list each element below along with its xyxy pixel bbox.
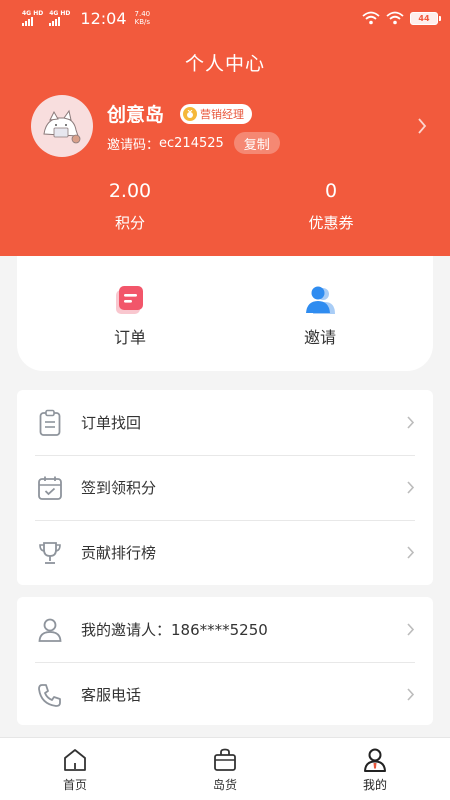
menu-item-label: 我的邀请人：186****5250 — [81, 621, 268, 639]
orders-label: 订单 — [113, 328, 146, 347]
chevron-right-icon — [407, 481, 415, 494]
quick-actions-card: 订单 邀请 — [17, 256, 433, 371]
points-stat[interactable]: 2.00 积分 — [30, 180, 230, 233]
role-label: 营销经理 — [200, 108, 244, 121]
home-icon — [64, 749, 86, 771]
menu-item-label: 贡献排行榜 — [81, 544, 157, 562]
menu-item-label: 订单找回 — [81, 414, 142, 432]
menu-group-secondary: 我的邀请人：186****5250 客服电话 — [17, 597, 433, 725]
invite-code-value: ec214525 — [159, 135, 224, 151]
signal-icon-2: 4G HD — [49, 10, 70, 26]
trophy-icon — [35, 538, 65, 568]
menu-item-customer-service[interactable]: 客服电话 — [17, 662, 433, 727]
calendar-check-icon — [35, 473, 65, 503]
battery-icon: 44 — [410, 11, 441, 25]
chevron-right-icon — [407, 623, 415, 636]
coupons-label: 优惠券 — [308, 214, 354, 232]
orders-button[interactable]: 订单 — [80, 284, 180, 348]
menu-item-label: 签到领积分 — [81, 479, 157, 497]
tab-label: 岛货 — [212, 778, 237, 792]
speed-unit: KB/s — [134, 18, 151, 26]
wifi-icon-2 — [386, 11, 404, 25]
wifi-icon — [362, 11, 380, 25]
invite-code-label: 邀请码： — [107, 137, 160, 153]
phone-icon — [35, 680, 65, 710]
menu-item-label: 客服电话 — [81, 686, 142, 704]
network-type-1: 4G HD — [22, 10, 44, 17]
points-label: 积分 — [114, 214, 145, 232]
invite-code-row: 邀请码： ec214525 复制 — [107, 132, 280, 154]
clipboard-icon — [35, 408, 65, 438]
invite-button[interactable]: 邀请 — [270, 284, 370, 348]
menu-item-leaderboard[interactable]: 贡献排行榜 — [17, 520, 433, 585]
menu-item-order-recovery[interactable]: 订单找回 — [17, 390, 433, 455]
invite-label: 邀请 — [303, 328, 336, 347]
avatar-illustration — [43, 109, 81, 144]
coupons-value: 0 — [324, 180, 338, 202]
copy-button[interactable]: 复制 — [233, 132, 280, 154]
invite-user-icon — [306, 286, 335, 314]
profile-icon — [364, 748, 386, 772]
tab-label: 我的 — [362, 778, 387, 792]
chevron-right-icon[interactable] — [416, 116, 428, 136]
avatar[interactable] — [31, 95, 93, 157]
menu-item-checkin-points[interactable]: 签到领积分 — [17, 455, 433, 520]
chevron-right-icon — [407, 546, 415, 559]
role-badge: 营销经理 — [180, 104, 252, 124]
network-type-2: 4G HD — [49, 10, 71, 17]
status-right: 44 — [362, 11, 441, 25]
user-name: 创意岛 — [107, 104, 165, 126]
network-speed: 7.40 KB/s — [135, 10, 151, 26]
bottom-tab-bar: 首页 岛货 我的 — [0, 737, 450, 800]
tab-label: 首页 — [62, 778, 87, 792]
menu-group-primary: 订单找回 签到领积分 贡献排行榜 — [17, 390, 433, 585]
tab-goods[interactable]: 岛货 — [150, 738, 300, 800]
orders-icon — [116, 286, 143, 314]
status-left: 4G HD 4G HD 12:04 7.40 KB/s — [22, 9, 150, 28]
chevron-right-icon — [407, 416, 415, 429]
points-value: 2.00 — [108, 180, 152, 202]
battery-level: 44 — [418, 13, 430, 23]
medal-icon — [183, 107, 197, 121]
tab-home[interactable]: 首页 — [0, 738, 150, 800]
signal-icon: 4G HD — [22, 10, 43, 26]
page-title: 个人中心 — [184, 53, 265, 75]
clock: 12:04 — [80, 8, 127, 28]
chevron-right-icon — [407, 688, 415, 701]
tab-mine[interactable]: 我的 — [300, 738, 450, 800]
shopping-bag-icon — [214, 748, 236, 771]
menu-item-my-inviter[interactable]: 我的邀请人：186****5250 — [17, 597, 433, 662]
user-icon — [35, 615, 65, 645]
status-bar: 4G HD 4G HD 12:04 7.40 KB/s 44 — [0, 0, 450, 36]
coupons-stat[interactable]: 0 优惠券 — [231, 180, 431, 233]
speed-value: 7.40 — [134, 10, 151, 18]
